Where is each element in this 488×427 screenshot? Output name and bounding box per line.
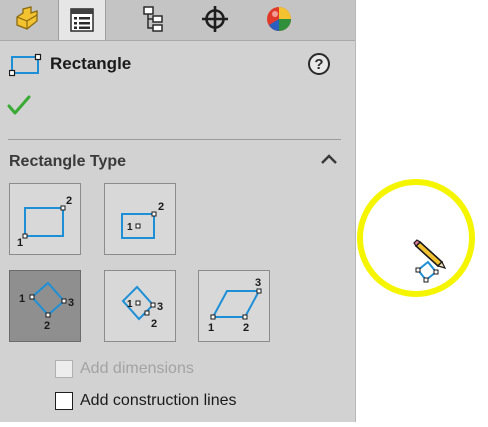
- rectangle-icon: [8, 53, 43, 82]
- 3-point-corner-rectangle-button[interactable]: 1 2 3: [9, 270, 81, 342]
- property-list-icon: [70, 8, 94, 32]
- parallelogram-button[interactable]: 1 2 3: [198, 270, 270, 342]
- center-rectangle-icon: 1 2: [121, 201, 164, 239]
- chevron-up-icon: [321, 154, 337, 164]
- svg-text:2: 2: [158, 201, 164, 213]
- ok-button[interactable]: [7, 94, 31, 121]
- green-check-icon: [7, 95, 31, 115]
- graphics-area[interactable]: [356, 0, 488, 422]
- add-dimensions-option: Add dimensions: [55, 360, 194, 378]
- manager-tab-bar: [0, 0, 355, 41]
- svg-text:2: 2: [151, 318, 157, 330]
- add-dimensions-checkbox[interactable]: [55, 360, 73, 378]
- add-construction-lines-checkbox[interactable]: [55, 392, 73, 410]
- tab-dimxpert-manager[interactable]: [192, 0, 238, 38]
- crosshair-icon: [202, 6, 228, 32]
- svg-text:1: 1: [127, 222, 133, 233]
- configuration-tree-icon: [143, 6, 163, 32]
- appearance-ball-icon: [267, 7, 291, 31]
- svg-text:1: 1: [208, 322, 214, 334]
- corner-rectangle-icon: 1 2: [17, 195, 72, 249]
- pencil-rectangle-cursor-icon: [413, 239, 447, 283]
- 3-point-corner-rectangle-icon: 1 2 3: [19, 281, 74, 332]
- section-divider: [8, 139, 341, 140]
- add-construction-lines-option: Add construction lines: [55, 392, 237, 410]
- 3-point-center-rectangle-button[interactable]: 1 3 2: [104, 270, 176, 342]
- svg-text:2: 2: [44, 320, 50, 332]
- parallelogram-icon: 1 2 3: [208, 277, 262, 334]
- corner-rectangle-button[interactable]: 1 2: [9, 183, 81, 255]
- 3-point-center-rectangle-icon: 1 3 2: [121, 285, 163, 330]
- svg-text:3: 3: [255, 277, 261, 289]
- tab-feature-manager[interactable]: [5, 0, 51, 38]
- svg-text:1: 1: [17, 237, 23, 249]
- center-rectangle-button[interactable]: 1 2: [104, 183, 176, 255]
- add-dimensions-label: Add dimensions: [80, 360, 194, 377]
- collapse-section-button[interactable]: [319, 151, 339, 172]
- tab-property-manager[interactable]: [58, 0, 106, 40]
- svg-text:1: 1: [127, 299, 133, 310]
- property-manager-title: Rectangle: [50, 54, 132, 73]
- part-feature-icon: [16, 6, 38, 30]
- section-title: Rectangle Type: [9, 153, 127, 170]
- add-construction-lines-label[interactable]: Add construction lines: [80, 392, 237, 410]
- svg-text:3: 3: [68, 297, 74, 309]
- cursor-highlight: [357, 179, 475, 297]
- tab-display-manager[interactable]: [256, 0, 302, 38]
- tab-configuration-manager[interactable]: [130, 0, 176, 38]
- property-manager-panel: Rectangle ? Rectangle Type 1 2 1 2 1 2 3…: [0, 0, 356, 422]
- svg-text:2: 2: [243, 322, 249, 334]
- svg-text:2: 2: [66, 195, 72, 207]
- help-button[interactable]: ?: [308, 53, 330, 75]
- svg-text:3: 3: [157, 301, 163, 313]
- svg-text:1: 1: [19, 293, 25, 305]
